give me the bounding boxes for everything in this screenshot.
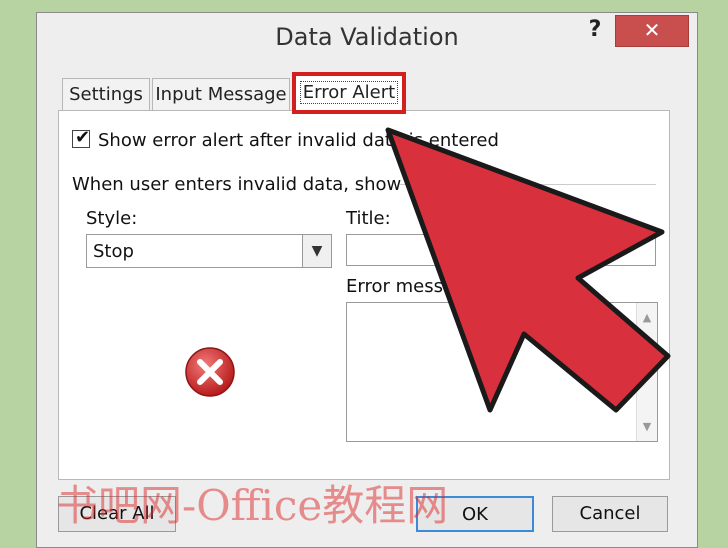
cancel-button[interactable]: Cancel	[552, 496, 668, 532]
style-dropdown[interactable]: Stop ▼	[86, 234, 332, 268]
close-button[interactable]: ✕	[615, 15, 689, 47]
dropdown-arrow-icon[interactable]: ▼	[302, 235, 331, 267]
tab-input-message[interactable]: Input Message	[152, 78, 290, 111]
error-message-textarea[interactable]: ▲ ▼	[346, 302, 658, 442]
stop-error-icon	[185, 347, 235, 397]
scroll-up-icon[interactable]: ▲	[637, 311, 657, 324]
style-label: Style:	[86, 208, 138, 229]
style-selected-value: Stop	[93, 241, 134, 262]
show-error-alert-label[interactable]: Show error alert after invalid data is e…	[98, 130, 499, 151]
title-input[interactable]	[346, 234, 656, 266]
help-button[interactable]: ?	[583, 17, 607, 42]
title-bar: Data Validation ? ✕	[37, 13, 697, 65]
section-divider	[400, 184, 656, 185]
title-label: Title:	[346, 208, 391, 229]
invalid-data-info-text: When user enters invalid data, show this…	[72, 174, 457, 195]
checkbox-check-icon: ✔	[75, 127, 91, 148]
tab-error-alert[interactable]: Error Alert	[292, 72, 406, 114]
tab-error-alert-label: Error Alert	[299, 81, 399, 104]
scroll-down-icon[interactable]: ▼	[637, 420, 657, 433]
show-error-alert-checkbox[interactable]: ✔	[72, 127, 91, 148]
ok-button[interactable]: OK	[416, 496, 534, 532]
tab-settings[interactable]: Settings	[62, 78, 150, 111]
clear-all-button[interactable]: Clear All	[58, 496, 176, 532]
error-message-label: Error messag	[346, 276, 466, 297]
message-scrollbar[interactable]: ▲ ▼	[636, 303, 657, 441]
